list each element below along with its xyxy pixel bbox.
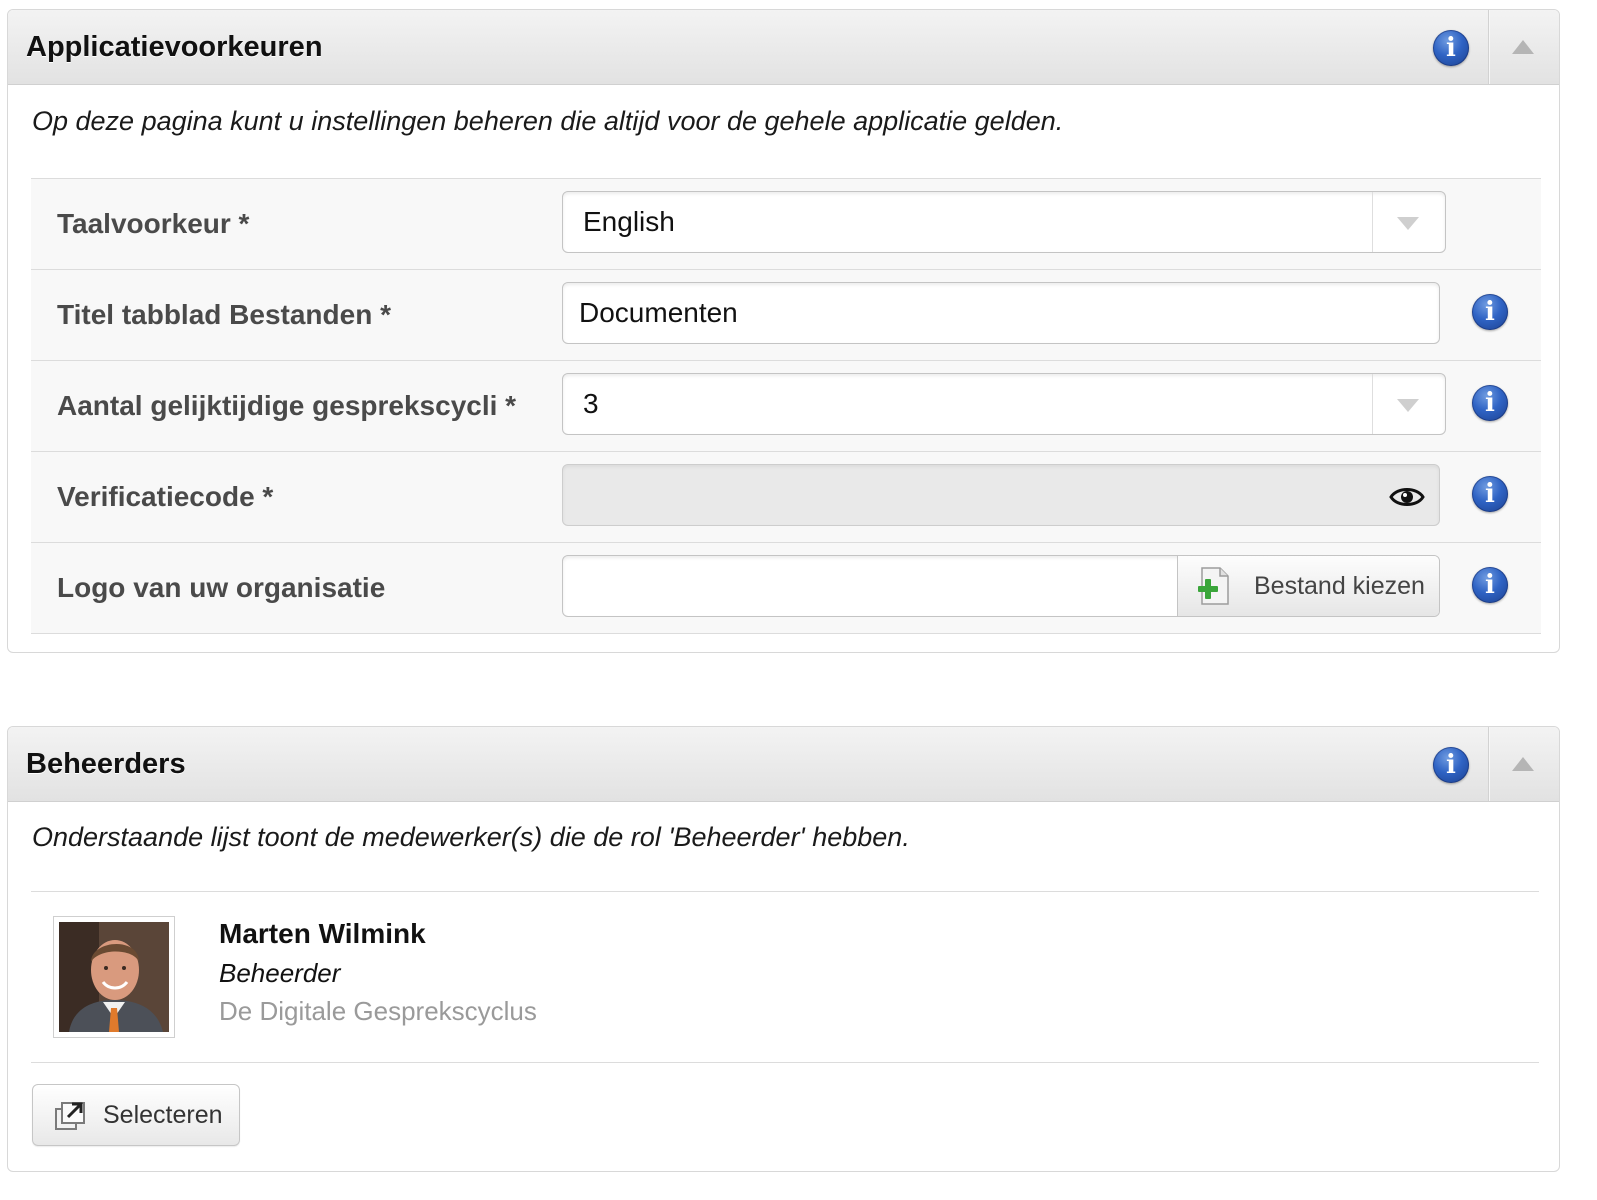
admin-list: Marten Wilmink Beheerder De Digitale Ges… (31, 891, 1539, 1063)
select-admins-label: Selecteren (103, 1100, 223, 1129)
files-tab-title-field[interactable] (562, 282, 1440, 344)
preferences-title: Applicatievoorkeuren (26, 31, 323, 63)
info-icon[interactable]: i (1433, 30, 1469, 66)
info-icon[interactable]: i (1433, 747, 1469, 783)
admin-organization: De Digitale Gesprekscyclus (219, 996, 537, 1026)
admin-name[interactable]: Marten Wilmink (219, 918, 426, 950)
collapse-icon (1512, 40, 1534, 54)
collapse-admins-button[interactable] (1505, 750, 1541, 778)
dropdown-caret-icon[interactable] (1397, 399, 1419, 412)
preferences-help[interactable]: i (1433, 30, 1469, 66)
avatar-photo (59, 922, 169, 1032)
info-icon[interactable]: i (1472, 294, 1508, 330)
info-icon[interactable]: i (1472, 476, 1508, 512)
preferences-header: Applicatievoorkeuren i (8, 10, 1559, 85)
popout-icon (55, 1102, 85, 1130)
eye-icon[interactable] (1389, 485, 1425, 509)
files-tab-title-input[interactable] (563, 283, 1439, 343)
add-file-icon (1198, 567, 1229, 605)
concurrent-cycles-label: Aantal gelijktijdige gesprekscycli * (57, 390, 517, 421)
admins-panel: Beheerders i Onderstaande lijst toont de… (7, 726, 1560, 1172)
admin-role: Beheerder (219, 958, 341, 988)
select-divider (1372, 374, 1373, 434)
form-row-verification-code: Verificatiecode * i (31, 452, 1541, 543)
verification-code-field[interactable] (562, 464, 1440, 526)
admins-help[interactable]: i (1433, 747, 1469, 783)
choose-file-label: Bestand kiezen (1254, 571, 1425, 600)
form-row-language: Taalvoorkeur * English (31, 179, 1541, 270)
language-label: Taalvoorkeur * (57, 208, 250, 239)
collapse-preferences-button[interactable] (1505, 33, 1541, 61)
select-admins-button[interactable]: Selecteren (32, 1084, 240, 1146)
form-row-logo: Logo van uw organisatie Bestand kiezen i (31, 543, 1541, 634)
files-tab-title-help[interactable]: i (1472, 294, 1508, 330)
language-selected-value: English (583, 206, 675, 237)
verification-code-label: Verificatiecode * (57, 481, 274, 512)
concurrent-cycles-help[interactable]: i (1472, 385, 1508, 421)
admins-header: Beheerders i (8, 727, 1559, 802)
logo-label: Logo van uw organisatie (57, 572, 386, 603)
collapse-icon (1512, 757, 1534, 771)
form-row-files-tab-title: Titel tabblad Bestanden * i (31, 270, 1541, 361)
concurrent-cycles-selected-value: 3 (583, 388, 599, 419)
admins-intro: Onderstaande lijst toont de medewerker(s… (32, 822, 910, 852)
dropdown-caret-icon[interactable] (1397, 217, 1419, 230)
info-icon[interactable]: i (1472, 385, 1508, 421)
admins-title: Beheerders (26, 748, 186, 780)
files-tab-title-label: Titel tabblad Bestanden * (57, 299, 391, 330)
verification-code-help[interactable]: i (1472, 476, 1508, 512)
avatar (53, 916, 175, 1038)
header-divider (1488, 10, 1489, 84)
info-icon[interactable]: i (1472, 567, 1508, 603)
form-row-concurrent-cycles: Aantal gelijktijdige gesprekscycli * 3 i (31, 361, 1541, 452)
logo-file-field[interactable]: Bestand kiezen (562, 555, 1440, 617)
concurrent-cycles-select[interactable]: 3 (562, 373, 1446, 435)
logo-help[interactable]: i (1472, 567, 1508, 603)
preferences-panel: Applicatievoorkeuren i Op deze pagina ku… (7, 9, 1560, 653)
verification-code-input (563, 465, 1439, 525)
preferences-form: Taalvoorkeur * English Titel tabblad Bes… (31, 178, 1541, 634)
select-divider (1372, 192, 1373, 252)
choose-file-button[interactable]: Bestand kiezen (1177, 556, 1439, 616)
header-divider (1488, 727, 1489, 801)
preferences-intro: Op deze pagina kunt u instellingen beher… (32, 106, 1064, 136)
language-select[interactable]: English (562, 191, 1446, 253)
